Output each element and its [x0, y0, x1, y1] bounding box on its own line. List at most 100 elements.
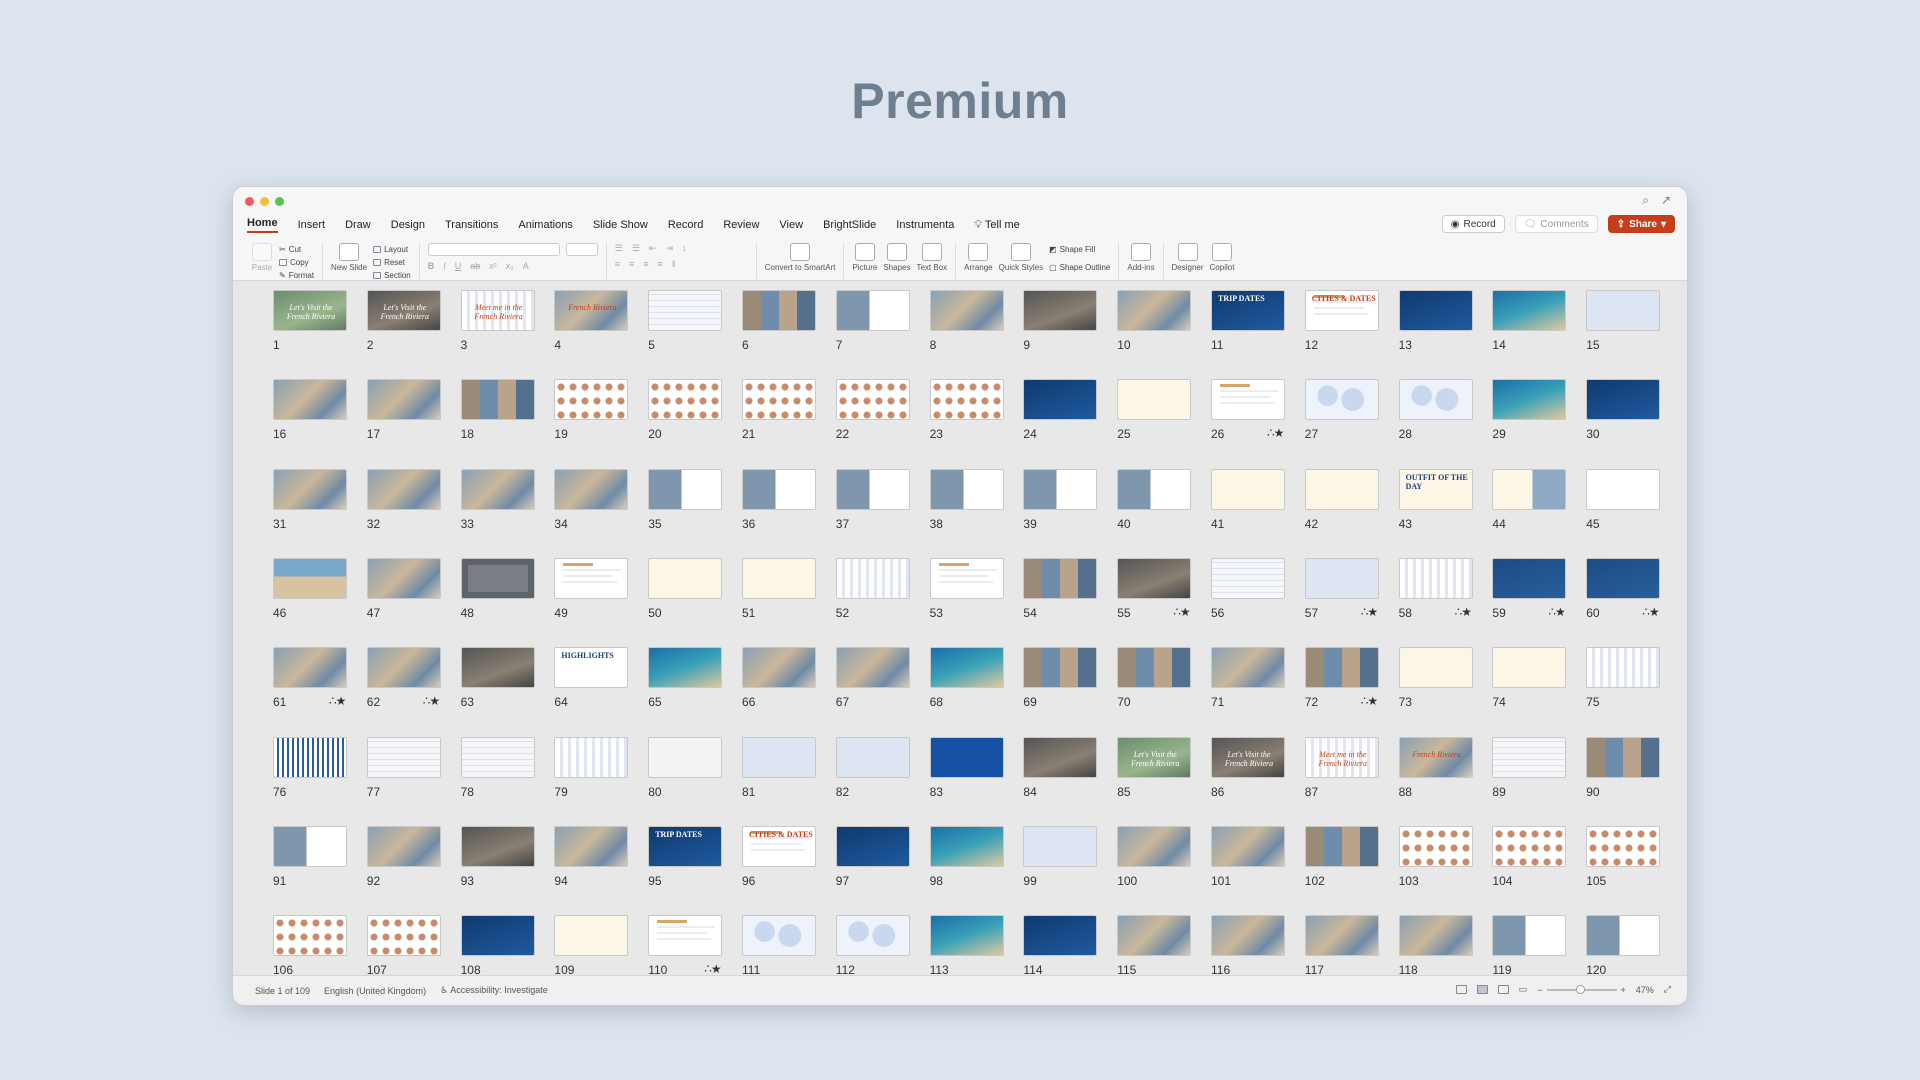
record-button[interactable]: ◉ Record [1441, 215, 1505, 233]
slide-thumbnail-item[interactable]: 70 [1085, 639, 1192, 728]
slide-thumbnail-item[interactable]: Let's Visit the French Riviera 1 [241, 282, 347, 371]
slide-thumbnail-item[interactable]: 68 [898, 639, 1004, 728]
slide-thumbnail-item[interactable]: 120 [1554, 907, 1661, 977]
slide-sorter-view-icon[interactable] [1476, 985, 1488, 994]
slide-thumbnail-item[interactable]: CITIES & DATES 96 [710, 818, 816, 907]
slide-thumbnail-item[interactable]: 20 [616, 371, 723, 460]
arrange-button[interactable]: Arrange [964, 243, 993, 272]
slide-thumbnail-item[interactable]: 69 [991, 639, 1098, 728]
minimize-window-button[interactable] [260, 197, 269, 206]
comments-button[interactable]: 🗨︎ Comments [1514, 215, 1598, 233]
slide-thumbnail-item[interactable]: 56 [1179, 550, 1285, 639]
slide-thumbnail-item[interactable]: 46 [241, 550, 347, 639]
slide-thumbnail-item[interactable]: 25 [1085, 371, 1192, 460]
slide-thumbnail-item[interactable]: 108 [429, 907, 535, 977]
slide-thumbnail-item[interactable]: 21 [710, 371, 816, 460]
slide-thumbnail-item[interactable]: 15 [1554, 282, 1661, 371]
indent-decrease-icon[interactable]: ⇤ [649, 243, 657, 254]
slide-thumbnail-item[interactable]: 105 [1554, 818, 1661, 907]
slide-thumbnail-item[interactable]: 117 [1273, 907, 1379, 977]
slide-thumbnail-item[interactable]: 97 [804, 818, 910, 907]
slide-thumbnail-item[interactable]: 42 [1273, 461, 1379, 550]
bullets-icon[interactable]: ☰ [615, 243, 623, 254]
slide-thumbnail-item[interactable]: 53 [898, 550, 1004, 639]
slide-thumbnail-item[interactable]: 52 [804, 550, 910, 639]
slide-thumbnail-item[interactable]: 90 [1554, 729, 1661, 818]
format-painter-button[interactable]: ✎ Format [279, 271, 314, 280]
slide-thumbnail-item[interactable]: 34 [522, 461, 629, 550]
slide-thumbnail-item[interactable]: 94 [522, 818, 629, 907]
slide-thumbnail-item[interactable]: 18 [429, 371, 535, 460]
slide-thumbnail-item[interactable]: 76 [241, 729, 347, 818]
slide-thumbnail-item[interactable]: 77 [335, 729, 441, 818]
slide-thumbnail-item[interactable]: 66 [710, 639, 816, 728]
numbering-icon[interactable]: ☰ [632, 243, 640, 254]
tab-draw[interactable]: Draw [345, 219, 371, 231]
slide-thumbnail-item[interactable]: 73 [1367, 639, 1473, 728]
slide-thumbnail[interactable] [1586, 915, 1661, 957]
slide-thumbnail-item[interactable]: 17 [335, 371, 441, 460]
share-button[interactable]: ⇪ Share ▾ [1607, 215, 1675, 233]
slide-thumbnail-item[interactable]: 32 [335, 461, 441, 550]
underline-icon[interactable]: U [455, 261, 462, 271]
slide-thumbnail[interactable] [1586, 468, 1661, 510]
slide-thumbnail-item[interactable]: HIGHLIGHTS 64 [522, 639, 629, 728]
slide-thumbnail-item[interactable]: 19 [522, 371, 629, 460]
copy-button[interactable]: Copy [279, 258, 314, 267]
slide-thumbnail-item[interactable]: 89 [1460, 729, 1567, 818]
slide-thumbnail-item[interactable]: 103 [1367, 818, 1473, 907]
search-icon[interactable]: ⌕ [1642, 193, 1649, 208]
tab-view[interactable]: View [779, 219, 803, 231]
layout-button[interactable]: Layout [373, 245, 411, 254]
tab-record[interactable]: Record [668, 219, 703, 231]
reading-view-icon[interactable] [1497, 985, 1509, 994]
share-link-icon[interactable]: ↗ [1661, 193, 1671, 208]
slide-thumbnail-item[interactable]: 44 [1460, 461, 1567, 550]
accessibility-button[interactable]: ♿︎ Accessibility: Investigate [440, 985, 548, 996]
tab-review[interactable]: Review [723, 219, 759, 231]
slide-thumbnail[interactable] [1586, 647, 1661, 689]
slide-thumbnail-item[interactable]: 6 [710, 282, 816, 371]
slide-thumbnail-item[interactable]: 99 [991, 818, 1098, 907]
slide-thumbnail-item[interactable]: 8 [898, 282, 1004, 371]
slide-thumbnail-item[interactable]: 75 [1554, 639, 1661, 728]
slide-thumbnail-item[interactable]: 36 [710, 461, 816, 550]
presenter-view-icon[interactable]: ▭ [1519, 984, 1528, 995]
slide-thumbnail-item[interactable]: 38 [898, 461, 1004, 550]
font-size-select[interactable] [565, 243, 598, 256]
slide-thumbnail-item[interactable]: 106 [241, 907, 347, 977]
slide-thumbnail-item[interactable]: 72 ∴★ [1273, 639, 1379, 728]
slide-thumbnail-item[interactable]: 71 [1179, 639, 1285, 728]
slide-thumbnail-item[interactable]: 110 ∴★ [616, 907, 723, 977]
align-right-icon[interactable]: ≡ [643, 259, 648, 269]
slide-thumbnail-item[interactable]: 63 [429, 639, 535, 728]
tab-brightslide[interactable]: BrightSlide [823, 219, 876, 231]
slide-thumbnail-item[interactable]: 98 [898, 818, 1004, 907]
slide-thumbnail-item[interactable]: 118 [1367, 907, 1473, 977]
reset-button[interactable]: Reset [373, 258, 411, 267]
slide-thumbnail-item[interactable]: 112 [804, 907, 910, 977]
normal-view-icon[interactable] [1455, 985, 1467, 994]
slide-thumbnail-item[interactable]: French Riviera 4 [522, 282, 629, 371]
slide-thumbnail-item[interactable]: 107 [335, 907, 441, 977]
slide-thumbnail-item[interactable]: 54 [991, 550, 1098, 639]
slide-thumbnail-item[interactable]: French Riviera 88 [1367, 729, 1473, 818]
convert-smartart-button[interactable]: Convert to SmartArt [765, 243, 835, 272]
tab-instrumenta[interactable]: Instrumenta [896, 219, 954, 231]
slide-thumbnail-item[interactable]: 113 [898, 907, 1004, 977]
slide-thumbnail-item[interactable]: 101 [1179, 818, 1285, 907]
slide-thumbnail-item[interactable]: 109 [522, 907, 629, 977]
slide-thumbnail-item[interactable]: TRIP DATES 11 [1179, 282, 1285, 371]
slide-thumbnail-item[interactable]: 23 [898, 371, 1004, 460]
zoom-slider[interactable] [1546, 984, 1617, 994]
slide-thumbnail[interactable] [1586, 557, 1661, 599]
slide-thumbnail-item[interactable]: 59 ∴★ [1460, 550, 1567, 639]
slide-thumbnail-item[interactable]: 81 [710, 729, 816, 818]
slide-thumbnail-item[interactable]: 58 ∴★ [1367, 550, 1473, 639]
line-spacing-icon[interactable]: ↕ [682, 243, 687, 254]
slide-thumbnail-item[interactable]: Let's Visit the French Riviera 2 [335, 282, 441, 371]
subscript-icon[interactable]: x₂ [506, 261, 514, 271]
slide-thumbnail-item[interactable]: 67 [804, 639, 910, 728]
justify-icon[interactable]: ≡ [658, 259, 663, 269]
slide-thumbnail-item[interactable]: 114 [991, 907, 1098, 977]
